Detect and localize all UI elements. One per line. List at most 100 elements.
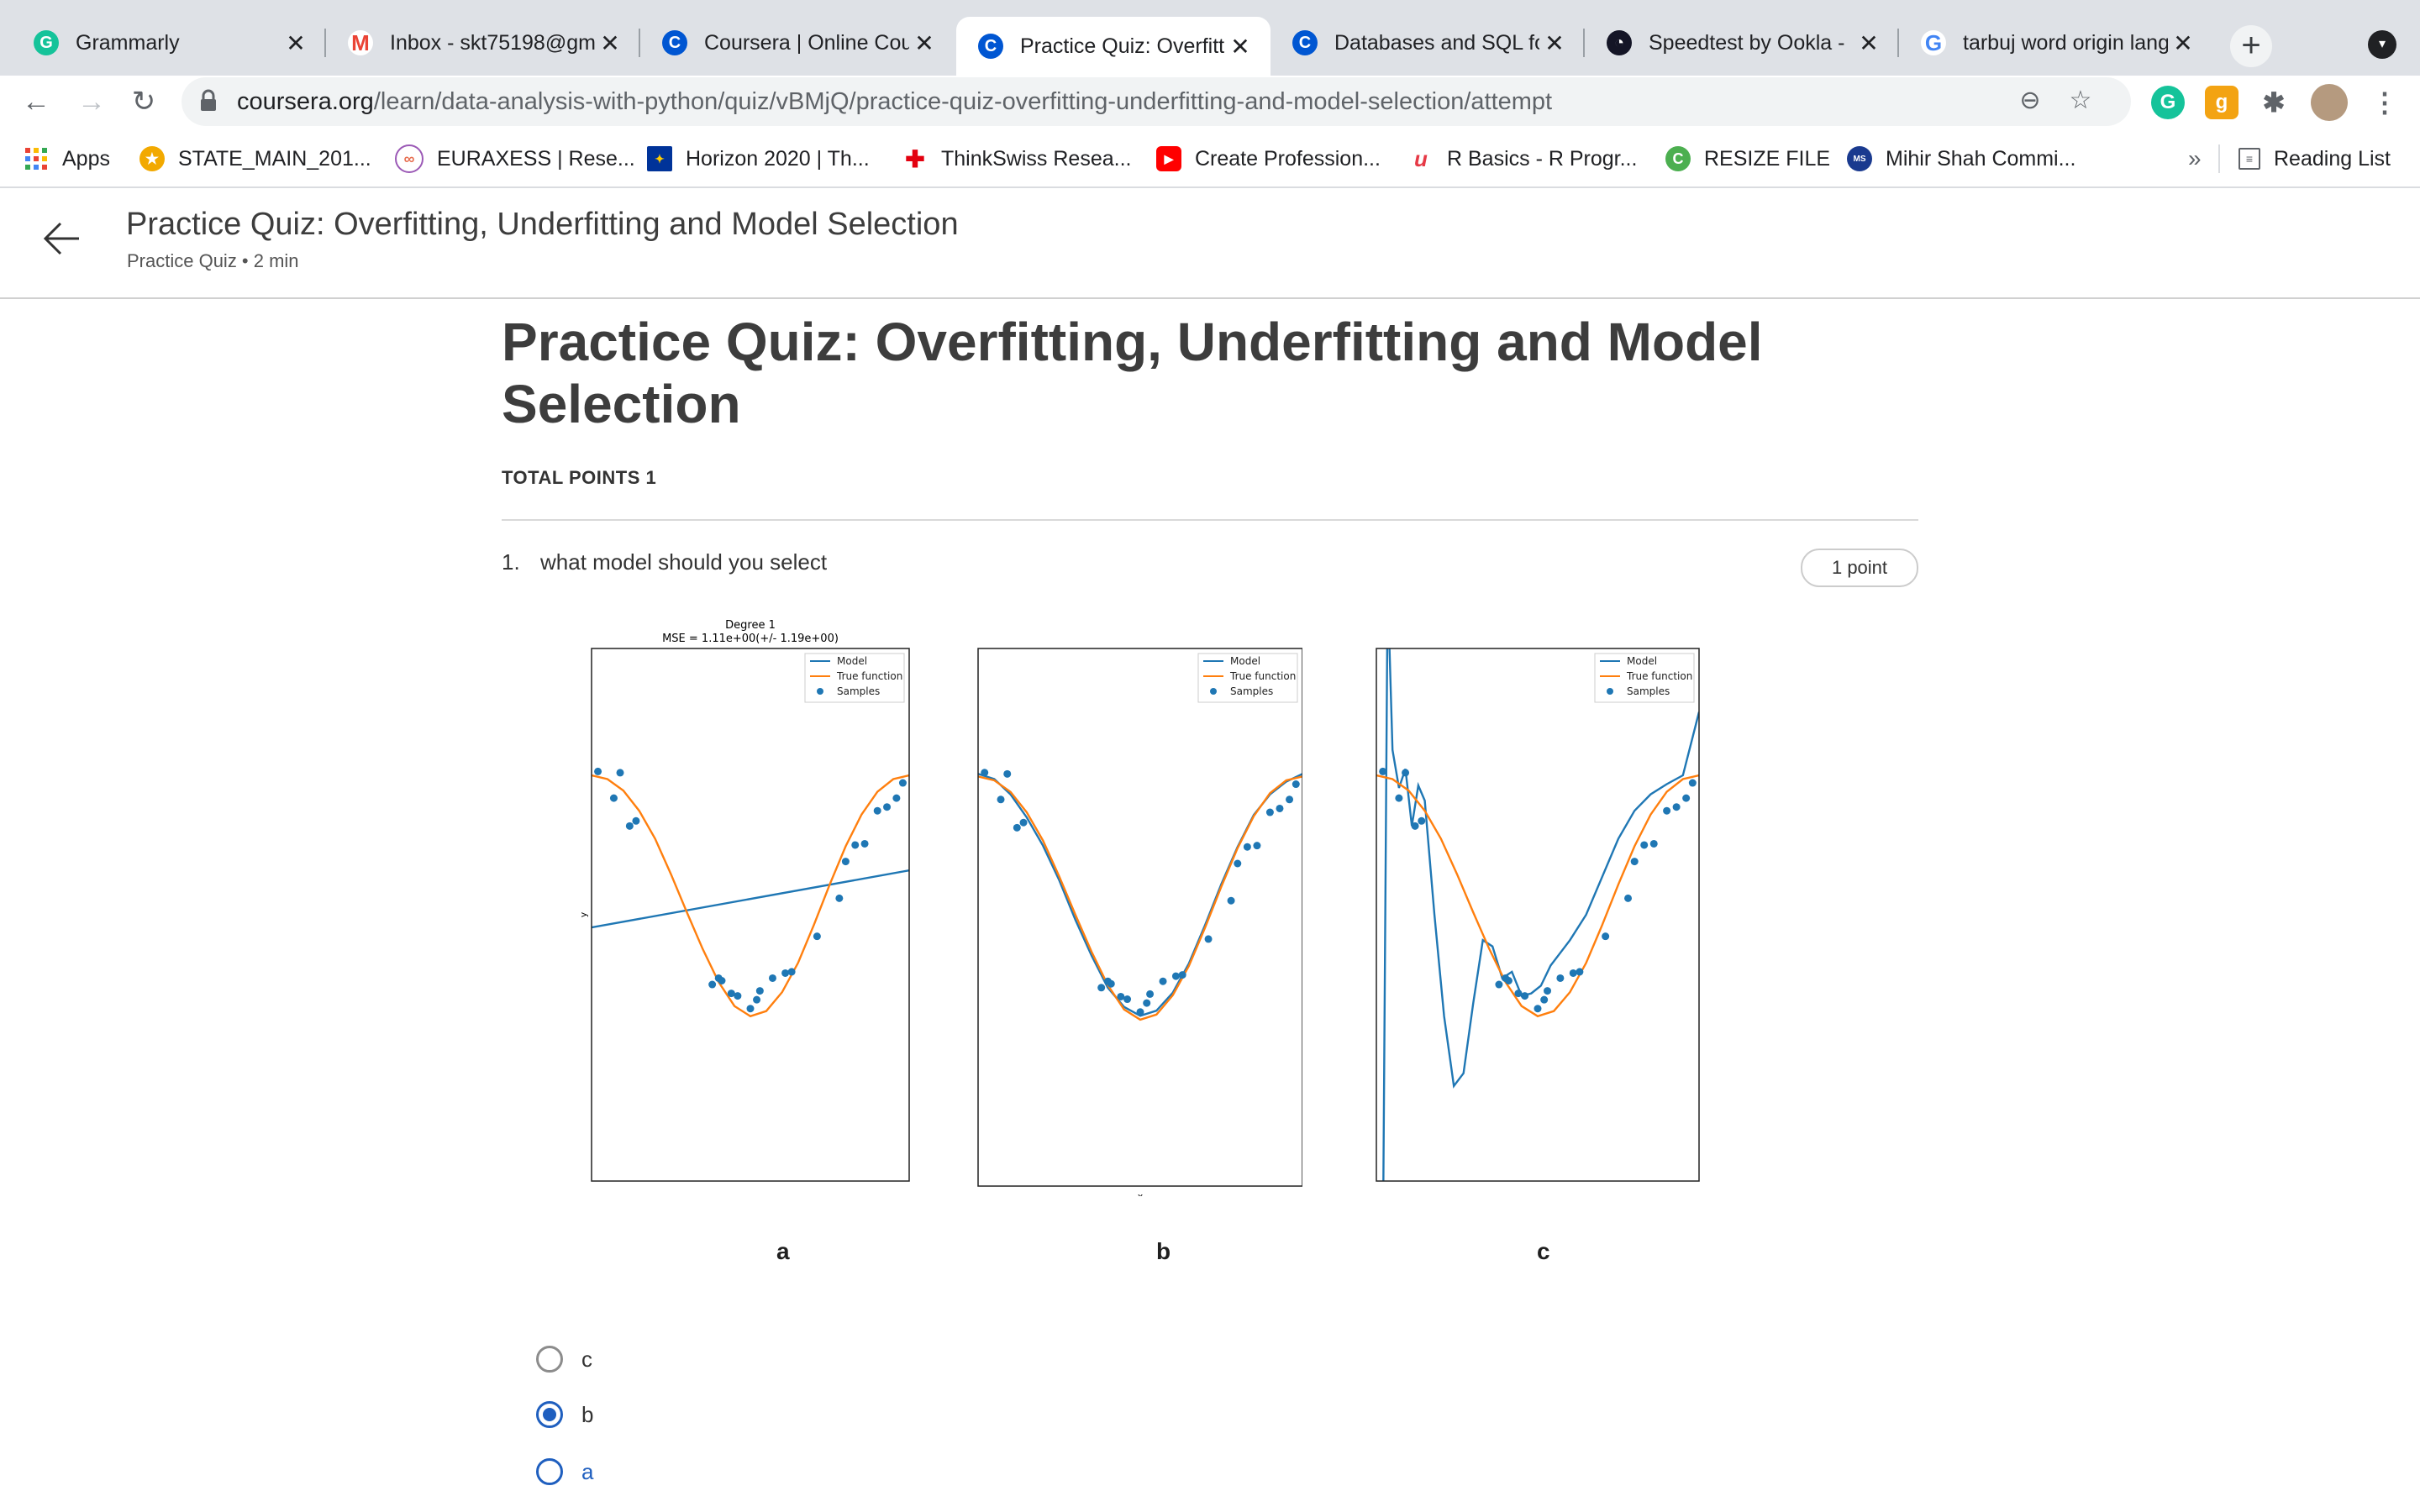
legend-entry: True function [1626,670,1692,682]
bookmark-label: EURAXESS | Rese... [437,146,635,171]
plot-frame [1376,648,1700,1182]
zoom-icon[interactable]: ⊖ [2013,84,2047,118]
chart-a: Degree 1 MSE = 1.11e+00(+/- 1.19e+00) Mode… [580,617,916,1188]
series-line-model [592,869,909,929]
page-title: Practice Quiz: Overfitting, Underfitting… [126,207,959,242]
radio-button[interactable] [536,1401,563,1428]
sample-point [625,822,634,830]
close-icon[interactable]: ✕ [1539,29,1570,57]
sample-point [835,894,844,902]
tab-databases-sql[interactable]: C Databases and SQL fo ✕ [1270,17,1585,69]
back-arrow-icon[interactable]: ← [17,82,55,121]
honey-extension-icon[interactable]: g [2205,86,2238,119]
new-tab-button[interactable]: + [2230,25,2272,67]
bookmark-create-profession[interactable]: ▶ Create Profession... [1156,144,1381,173]
sample-point [609,794,618,802]
coursera-icon: C [1292,30,1318,55]
tab-google-search[interactable]: G tarbuj word origin lang ✕ [1899,17,2213,69]
forward-arrow-icon[interactable]: → [72,82,111,121]
close-icon[interactable]: ✕ [281,29,311,57]
sample-point [1013,823,1021,832]
radio-button[interactable] [536,1458,563,1485]
sample-point [1146,990,1155,998]
url-text[interactable]: coursera.org/learn/data-analysis-with-py… [237,88,1552,116]
answer-option-b[interactable]: b [536,1396,956,1433]
bookmark-euraxess[interactable]: ∞ EURAXESS | Rese... [395,144,635,173]
x-axis-label: x [1535,1186,1541,1188]
coursera-icon: C [978,34,1003,59]
sample-point [1682,794,1691,802]
legend-entry: Samples [1230,685,1273,697]
gmail-icon: M [348,30,373,55]
bookmarks-overflow-button[interactable]: » [2188,144,2202,173]
sample-point [1544,987,1552,995]
reading-list-button[interactable]: ≡ Reading List [2238,144,2391,173]
sample-point [632,816,640,825]
legend-entry: Model [1230,655,1260,667]
sample-point [1576,968,1584,976]
close-icon[interactable]: ✕ [595,29,625,57]
close-icon[interactable]: ✕ [2168,29,2198,57]
quiz-heading: Practice Quiz: Overfitting, Underfitting… [502,312,1763,434]
series-line-true-function [592,774,909,1018]
sample-point [892,794,901,802]
tab-gmail[interactable]: M Inbox - skt75198@gm ✕ [326,17,640,69]
tab-title: Coursera | Online Cou [704,30,909,55]
tab-coursera[interactable]: C Coursera | Online Cou ✕ [640,17,955,69]
sample-point [1624,894,1633,902]
legend-entry: Samples [837,685,880,697]
close-icon[interactable]: ✕ [909,29,939,57]
sample-point [851,841,860,849]
profile-avatar[interactable] [2311,84,2348,121]
reload-icon[interactable]: ↻ [124,82,163,121]
x-axis-label: x [1138,1191,1144,1196]
x-axis-label: x [748,1186,754,1188]
bookmark-thinkswiss[interactable]: ✚ ThinkSwiss Resea... [902,144,1131,173]
extensions-puzzle-icon[interactable]: ✱ [2257,86,2291,119]
bookmark-apps[interactable]: Apps [24,144,110,173]
close-icon[interactable]: ✕ [1225,33,1255,60]
address-bar[interactable]: coursera.org/learn/data-analysis-with-py… [182,77,2131,126]
sample-point [1123,995,1132,1004]
sample-point [708,980,717,989]
answer-option-a[interactable]: a [536,1453,956,1490]
plot-area [978,769,1302,1021]
close-icon[interactable]: ✕ [1854,29,1884,57]
bookmarks-bar: Apps ★ STATE_MAIN_201... ∞ EURAXESS | Re… [0,129,2420,188]
sample-point [1411,822,1419,830]
lock-icon [201,89,216,111]
tab-search-icon[interactable]: ▾ [2368,30,2396,59]
y-axis-label: y [580,911,589,917]
bookmark-horizon-2020[interactable]: ✦ Horizon 2020 | Th... [647,144,870,173]
sample-point [734,992,742,1000]
sample-point [1286,795,1294,804]
sample-point [1243,843,1251,851]
sample-point [787,968,796,976]
sample-point [1276,804,1284,812]
page-subtitle: Practice Quiz • 2 min [127,250,299,271]
legend-swatch [1210,688,1217,695]
sample-point [1292,780,1300,789]
chart-svg: Model True function Samples x [1376,648,1700,1188]
bookmark-state-main[interactable]: ★ STATE_MAIN_201... [139,144,371,173]
radio-button[interactable] [536,1346,563,1373]
points-badge: 1 point [1801,549,1918,587]
bookmark-mihir-shah[interactable]: MS Mihir Shah Commi... [1847,144,2075,173]
more-menu-icon[interactable]: ⋮ [2368,86,2402,119]
answer-option-c[interactable]: c [536,1341,956,1378]
tab-practice-quiz[interactable]: C Practice Quiz: Overfitt ✕ [956,17,1270,76]
sample-point [1379,767,1387,775]
thinkswiss-icon: ✚ [902,146,928,172]
sample-point [860,839,869,848]
bookmark-resize-file[interactable]: C RESIZE FILE [1665,144,1830,173]
bookmark-r-basics[interactable]: u R Basics - R Progr... [1408,144,1637,173]
grammarly-extension-icon[interactable]: G [2151,86,2185,119]
back-arrow-icon[interactable] [40,217,84,260]
r-basics-icon: u [1408,146,1434,171]
question-text: what model should you select [540,549,828,575]
url-host: coursera.org [237,88,374,115]
tab-speedtest[interactable]: ◔ Speedtest by Ookla - ✕ [1585,17,1899,69]
sample-point [1159,977,1167,985]
star-icon[interactable]: ☆ [2064,84,2097,118]
tab-grammarly[interactable]: G Grammarly ✕ [12,17,326,69]
